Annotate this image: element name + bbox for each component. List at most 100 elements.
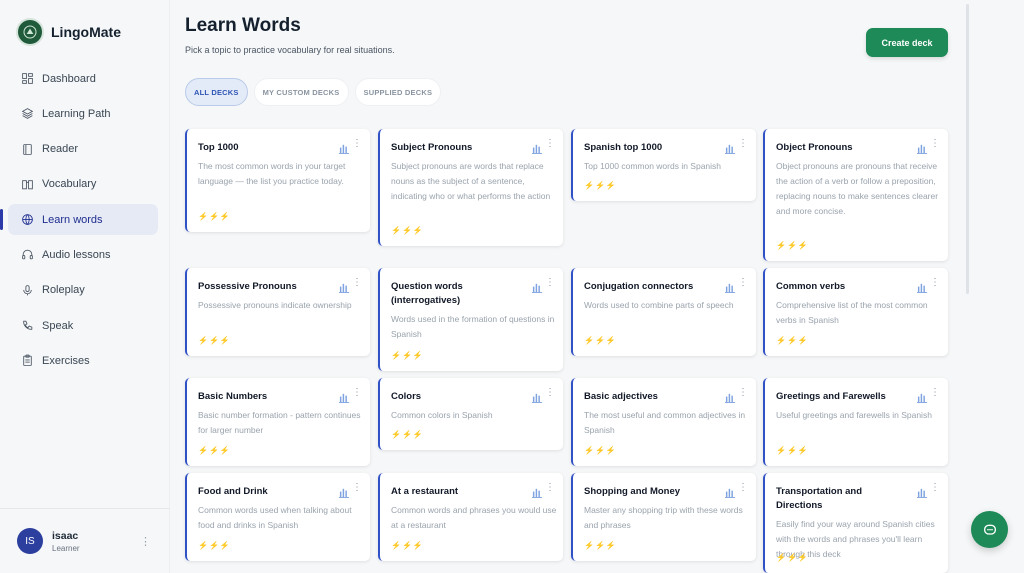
deck-card[interactable]: Food and Drink Common words used when tal… [185,473,370,561]
deck-card[interactable]: Top 1000 The most common words in your ta… [185,129,370,232]
sidebar-item-label: Roleplay [42,284,85,297]
sidebar-item-roleplay[interactable]: Roleplay [8,275,158,306]
deck-description: Common colors in Spanish [391,410,493,420]
book-open-icon [20,177,34,191]
deck-card[interactable]: Shopping and Money Master any shopping tr… [571,473,756,561]
avatar[interactable]: IS [17,528,43,554]
sidebar-item-audio-lessons[interactable]: Audio lessons [8,239,158,270]
deck-card[interactable]: Transportation and Directions Easily find… [763,473,948,573]
card-menu-icon[interactable]: ⋮ [738,387,748,398]
stats-icon[interactable] [725,141,736,154]
deck-title: Subject Pronouns [391,142,473,153]
card-menu-icon[interactable]: ⋮ [545,138,555,149]
card-menu-icon[interactable]: ⋮ [545,482,555,493]
stats-icon[interactable] [917,485,928,498]
scrollbar[interactable] [966,4,969,294]
deck-title: Transportation and Directions [776,486,863,511]
sidebar-item-learning-path[interactable]: Learning Path [8,98,158,129]
sidebar-item-label: Audio lessons [42,248,111,261]
tab-my-custom-decks[interactable]: MY CUSTOM DECKS [253,78,349,106]
brand[interactable]: LingoMate [16,18,121,46]
deck-card[interactable]: Colors Common colors in Spanish ⋮ ⚡⚡⚡ [378,378,563,450]
deck-title: Top 1000 [198,142,239,153]
page-title: Learn Words [185,15,301,36]
sidebar-item-exercises[interactable]: Exercises [8,345,158,376]
user-menu-icon[interactable]: ⋮ [140,535,151,548]
sidebar-item-label: Learning Path [42,107,111,120]
card-menu-icon[interactable]: ⋮ [352,387,362,398]
card-menu-icon[interactable]: ⋮ [738,482,748,493]
stats-icon[interactable] [725,485,736,498]
deck-card[interactable]: Common verbs Comprehensive list of the mo… [763,268,948,356]
deck-title: Greetings and Farewells [776,391,886,402]
stats-icon[interactable] [532,485,543,498]
card-menu-icon[interactable]: ⋮ [738,138,748,149]
stats-icon[interactable] [917,280,928,293]
deck-description: Subject pronouns are words that replace … [391,161,551,201]
stats-icon[interactable] [725,280,736,293]
stats-icon[interactable] [532,390,543,403]
level-indicator: ⚡⚡⚡ [584,336,617,345]
sidebar-item-speak[interactable]: Speak [8,310,158,341]
deck-card[interactable]: At a restaurant Common words and phrases … [378,473,563,561]
sidebar-item-vocabulary[interactable]: Vocabulary [8,169,158,200]
sidebar-item-reader[interactable]: Reader [8,134,158,165]
stats-icon[interactable] [339,141,350,154]
create-deck-button[interactable]: Create deck [866,28,948,57]
deck-card[interactable]: Basic Numbers Basic number formation - pa… [185,378,370,466]
card-menu-icon[interactable]: ⋮ [545,387,555,398]
level-indicator: ⚡⚡⚡ [776,446,809,455]
stats-icon[interactable] [339,390,350,403]
deck-title: Conjugation connectors [584,281,694,292]
deck-card[interactable]: Question words (interrogatives) Words use… [378,268,563,371]
deck-title: Spanish top 1000 [584,142,663,153]
deck-description: Useful greetings and farewells in Spanis… [776,410,932,420]
deck-title: At a restaurant [391,486,459,497]
deck-title: Food and Drink [198,486,268,497]
deck-card[interactable]: Basic adjectives The most useful and comm… [571,378,756,466]
card-menu-icon[interactable]: ⋮ [352,277,362,288]
deck-description: Common words and phrases you would use a… [391,505,557,530]
deck-description: The most common words in your target lan… [198,161,346,186]
tab-all-decks[interactable]: ALL DECKS [185,78,248,106]
level-indicator: ⚡⚡⚡ [198,541,231,550]
deck-title: Shopping and Money [584,486,681,497]
card-menu-icon[interactable]: ⋮ [738,277,748,288]
stats-icon[interactable] [917,390,928,403]
deck-title: Common verbs [776,281,846,292]
stats-icon[interactable] [339,280,350,293]
deck-card[interactable]: Possessive Pronouns Possessive pronouns i… [185,268,370,356]
stats-icon[interactable] [339,485,350,498]
layers-icon [20,107,34,121]
deck-title: Colors [391,391,422,402]
chat-button[interactable] [971,511,1008,548]
level-indicator: ⚡⚡⚡ [198,446,231,455]
card-menu-icon[interactable]: ⋮ [930,138,940,149]
card-menu-icon[interactable]: ⋮ [352,138,362,149]
deck-card[interactable]: Greetings and Farewells Useful greetings … [763,378,948,466]
card-menu-icon[interactable]: ⋮ [352,482,362,493]
stats-icon[interactable] [725,390,736,403]
sidebar-item-dashboard[interactable]: Dashboard [8,63,158,94]
deck-title: Possessive Pronouns [198,281,297,292]
card-menu-icon[interactable]: ⋮ [930,387,940,398]
deck-description: Common words used when talking about foo… [198,505,352,530]
deck-title: Object Pronouns [776,142,853,153]
card-menu-icon[interactable]: ⋮ [545,277,555,288]
deck-card[interactable]: Spanish top 1000 Top 1000 common words in… [571,129,756,201]
deck-description: The most useful and common adjectives in… [584,410,746,435]
deck-description: Object pronouns are pronouns that receiv… [776,161,939,216]
main-content: Learn Words Pick a topic to practice voc… [170,0,1024,573]
deck-card[interactable]: Object Pronouns Object pronouns are prono… [763,129,948,261]
stats-icon[interactable] [917,141,928,154]
tab-supplied-decks[interactable]: SUPPLIED DECKS [354,78,442,106]
stats-icon[interactable] [532,280,543,293]
level-indicator: ⚡⚡⚡ [391,226,424,235]
card-menu-icon[interactable]: ⋮ [930,482,940,493]
deck-card[interactable]: Conjugation connectors Words used to comb… [571,268,756,356]
deck-card[interactable]: Subject Pronouns Subject pronouns are wor… [378,129,563,246]
card-menu-icon[interactable]: ⋮ [930,277,940,288]
sidebar-item-learn-words[interactable]: Learn words [0,204,158,236]
stats-icon[interactable] [532,141,543,154]
sidebar-item-label: Dashboard [42,72,96,85]
